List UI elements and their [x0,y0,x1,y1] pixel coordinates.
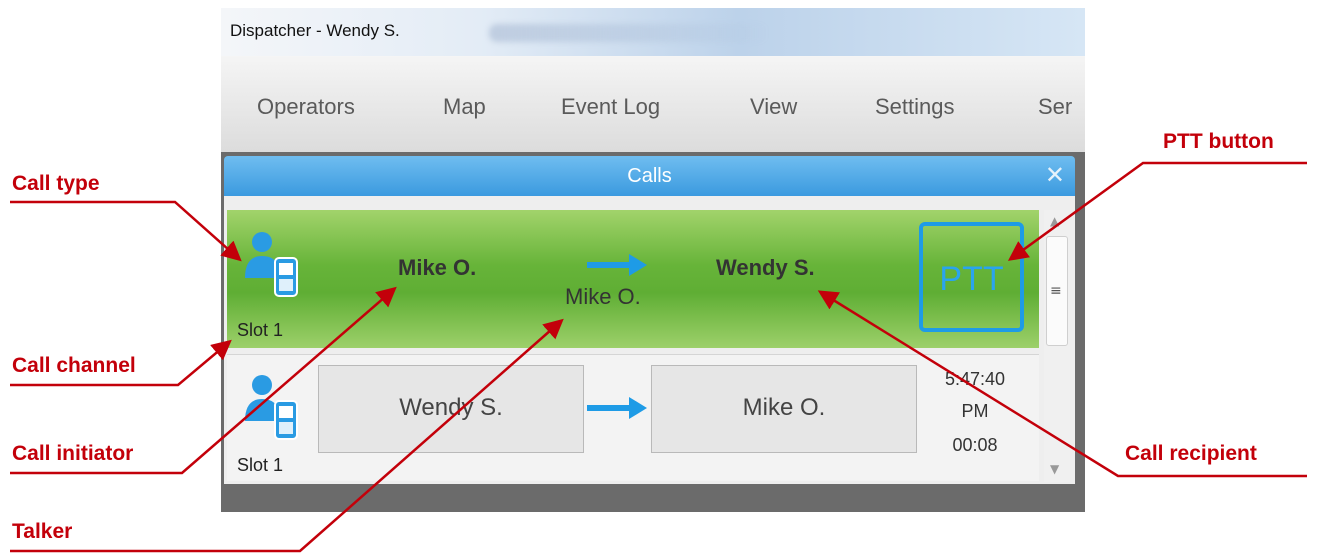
arrow-call-initiator [10,286,397,475]
arrow-call-recipient [817,290,1307,478]
arrow-call-channel [10,339,232,387]
arrow-call-type [10,200,242,262]
arrow-talker [10,318,564,553]
arrow-ptt-button [1007,161,1307,261]
annotation-arrows [10,161,1307,553]
